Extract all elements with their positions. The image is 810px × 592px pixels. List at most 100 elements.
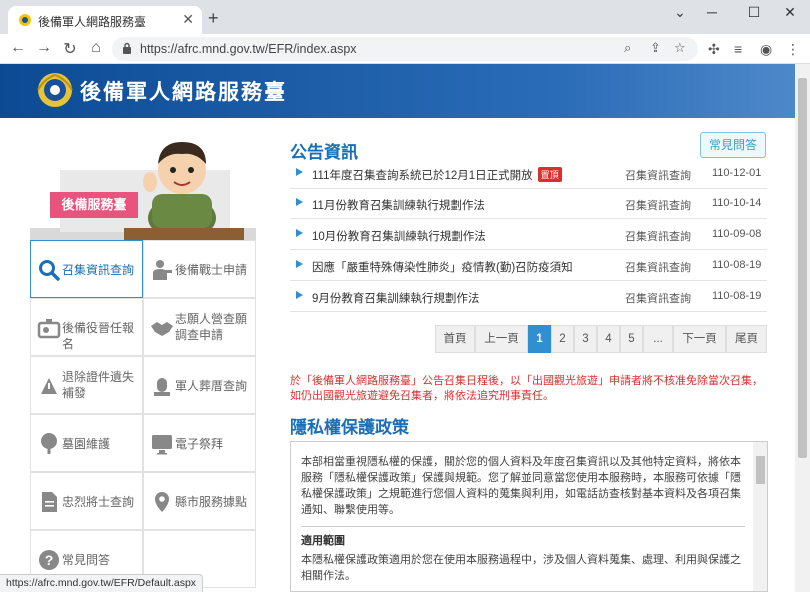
menu-item-label: 忠烈將士查詢 [62, 495, 135, 509]
last-page-button[interactable]: 尾頁 [726, 325, 767, 353]
menu-item-label: 常見問答 [62, 553, 111, 567]
tree-icon [41, 433, 57, 454]
news-row[interactable]: 10月份教育召集訓練執行規劃作法 召集資訊查詢 110-09-08 [290, 220, 767, 250]
page-5-button[interactable]: 5 [620, 325, 643, 353]
menu-item-label: 志願人營查願調查申請 [175, 312, 248, 342]
menu-item-online-worship[interactable]: 電子祭拜 [143, 414, 256, 472]
tab-search-chevron-icon[interactable]: ⌄ [666, 4, 694, 21]
page-scroll-thumb[interactable] [798, 78, 807, 458]
news-row[interactable]: 111年度召集查詢系統已於12月1日正式開放 置頂 召集資訊查詢 110-12-0… [290, 159, 767, 189]
page-2-button[interactable]: 2 [551, 325, 574, 353]
extensions-puzzle-icon[interactable]: ✣ [708, 41, 720, 58]
reading-list-icon[interactable]: ≡ [734, 41, 742, 57]
status-url-bar: https://afrc.mnd.gov.tw/EFR/Default.aspx [0, 574, 204, 592]
bullet-triangle-icon [296, 198, 303, 206]
badge-icon [37, 319, 61, 339]
url-text[interactable]: https://afrc.mnd.gov.tw/EFR/index.aspx [140, 42, 357, 56]
bullet-triangle-icon [296, 291, 303, 299]
tab-title: 後備軍人網路服務臺 [38, 15, 147, 29]
svg-text:?: ? [45, 552, 54, 568]
menu-item-service-locations[interactable]: 縣市服務據點 [143, 472, 256, 530]
bullet-triangle-icon [296, 229, 303, 237]
news-row[interactable]: 11月份教育召集訓練執行規劃作法 召集資訊查詢 110-10-14 [290, 189, 767, 219]
privacy-section-text: 本隱私權保護政策適用於您在使用本服務過程中，涉及個人資料蒐集、處理、利用與保護之… [301, 554, 741, 582]
web-page: 後備軍人網路服務臺 後備服務臺 召集資訊查詢 後備戰士申請 後備役晉任報名 志願… [0, 64, 795, 592]
menu-item-martyr-query[interactable]: 忠烈將士查詢 [30, 472, 143, 530]
window-close-button[interactable]: ✕ [776, 4, 804, 21]
menu-item-certificate-reissue[interactable]: 退除證件遺失補發 [30, 356, 143, 414]
menu-item-label: 縣市服務據點 [175, 495, 248, 509]
news-date: 110-08-19 [712, 290, 762, 302]
screen-icon [152, 435, 172, 455]
menu-item-label: 墓園維護 [62, 437, 111, 451]
menu-item-reserve-warrior[interactable]: 後備戰士申請 [143, 240, 256, 298]
mascot-soldier-icon [30, 142, 256, 240]
menu-item-cemetery-maintenance[interactable]: 墓園維護 [30, 414, 143, 472]
browser-tab-strip: 後備軍人網路服務臺 ✕ + ⌄ ─ ☐ ✕ [0, 0, 810, 34]
browser-toolbar: ← → ↻ ⌂ https://afrc.mnd.gov.tw/EFR/inde… [0, 34, 810, 64]
back-arrow-icon[interactable]: ← [8, 39, 28, 57]
location-icon [155, 492, 169, 512]
page-scrollbar[interactable] [795, 64, 810, 592]
mascot-illustration: 後備服務臺 [30, 130, 256, 240]
search-icon [39, 260, 60, 281]
news-title[interactable]: 10月份教育召集訓練執行規劃作法 [312, 228, 486, 244]
page-1-button[interactable]: 1 [528, 325, 551, 353]
news-title[interactable]: 11月份教育召集訓練執行規劃作法 [312, 197, 485, 213]
divider [301, 526, 745, 527]
news-date: 110-09-08 [712, 228, 762, 240]
news-row[interactable]: 9月份教育召集訓練執行規劃作法 召集資訊查詢 110-08-19 [290, 282, 767, 312]
news-category: 召集資訊查詢 [625, 231, 691, 243]
first-page-button[interactable]: 首頁 [435, 325, 475, 353]
bookmark-star-icon[interactable]: ☆ [674, 40, 686, 56]
news-category: 召集資訊查詢 [625, 200, 691, 212]
memorial-icon [154, 378, 170, 396]
recall-notice: 於「後備軍人網路服務臺」公告召集日程後，以「出國觀光旅遊」申請者將不核准免除當次… [290, 375, 763, 402]
bullet-triangle-icon [296, 260, 303, 268]
news-title[interactable]: 9月份教育召集訓練執行規劃作法 [312, 290, 479, 306]
forward-arrow-icon[interactable]: → [34, 39, 54, 57]
home-icon[interactable]: ⌂ [86, 39, 106, 57]
soldier-icon [153, 260, 172, 280]
privacy-policy-box[interactable]: 本部相當重視隱私權的保護，關於您的個人資料及年度召集資訊以及其他特定資料，將依本… [290, 441, 768, 592]
menu-item-label: 退除證件遺失補發 [62, 370, 135, 400]
news-category: 召集資訊查詢 [625, 262, 691, 274]
prev-page-button[interactable]: 上一頁 [475, 325, 528, 353]
menu-item-promotion-signup[interactable]: 後備役晉任報名 [30, 298, 143, 356]
mascot-label: 後備服務臺 [50, 192, 138, 218]
news-date: 110-08-19 [712, 259, 762, 271]
news-title[interactable]: 111年度召集查詢系統已於12月1日正式開放 置頂 [312, 167, 562, 183]
handshake-icon [151, 322, 173, 336]
browser-tab[interactable]: 後備軍人網路服務臺 ✕ [8, 6, 202, 34]
next-page-button[interactable]: 下一頁 [673, 325, 726, 353]
privacy-heading: 隱私權保護政策 [290, 418, 409, 437]
share-icon[interactable]: ⇪ [650, 40, 661, 56]
menu-item-label: 軍人葬厝查詢 [175, 379, 248, 393]
site-banner: 後備軍人網路服務臺 [0, 64, 795, 118]
menu-item-recall-query[interactable]: 召集資訊查詢 [30, 240, 143, 298]
zoom-icon[interactable]: ⌕ [624, 40, 631, 56]
reload-icon[interactable]: ↻ [60, 39, 80, 59]
privacy-scrollbar[interactable] [753, 442, 767, 591]
pinned-badge: 置頂 [537, 167, 562, 182]
menu-item-burial-query[interactable]: 軍人葬厝查詢 [143, 356, 256, 414]
page-3-button[interactable]: 3 [574, 325, 597, 353]
page-4-button[interactable]: 4 [597, 325, 620, 353]
privacy-section-title: 適用範圍 [301, 535, 345, 547]
maximize-button[interactable]: ☐ [740, 4, 768, 21]
minimize-button[interactable]: ─ [698, 4, 726, 20]
privacy-intro: 本部相當重視隱私權的保護，關於您的個人資料及年度召集資訊以及其他特定資料，將依本… [301, 456, 741, 516]
privacy-scroll-thumb[interactable] [756, 456, 765, 484]
news-row[interactable]: 因應「嚴重特殊傳染性肺炎」疫情教(勤)召防疫須知 召集資訊查詢 110-08-1… [290, 251, 767, 281]
profile-avatar-icon[interactable]: ◉ [760, 41, 772, 58]
news-category: 召集資訊查詢 [625, 293, 691, 305]
browser-menu-icon[interactable]: ⋮ [786, 41, 800, 58]
menu-item-volunteer-survey[interactable]: 志願人營查願調查申請 [143, 298, 256, 356]
news-title[interactable]: 因應「嚴重特殊傳染性肺炎」疫情教(勤)召防疫須知 [312, 259, 573, 275]
address-bar[interactable]: https://afrc.mnd.gov.tw/EFR/index.aspx ⌕… [112, 37, 698, 61]
tab-close-icon[interactable]: ✕ [182, 11, 194, 28]
file-icon [42, 492, 57, 512]
faq-button[interactable]: 常見問答 [700, 132, 766, 158]
new-tab-button[interactable]: + [208, 8, 219, 29]
news-date: 110-10-14 [712, 197, 762, 209]
